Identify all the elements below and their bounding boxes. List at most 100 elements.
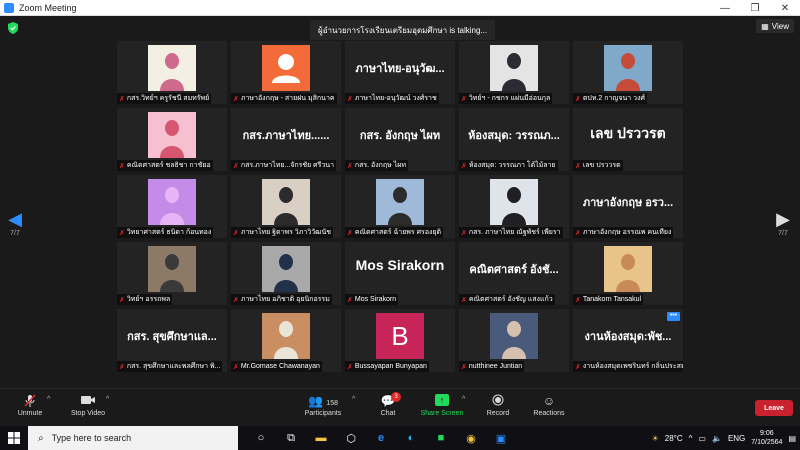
participant-name-label: ✗ nutthinee Juntian (459, 361, 525, 372)
microphone-muted-icon: ✗ (347, 296, 353, 304)
task-view-icon[interactable]: ⧉ (276, 426, 306, 450)
participant-tile[interactable]: งานห้องสมุด:พัช... ••• ✗ งานห้องสมุดเพชรินท… (573, 309, 683, 372)
cortana-icon[interactable]: ○ (246, 426, 276, 450)
participant-name: กสร.วิทย์ฯ ครูรัชนี สมทรัพย์ (126, 95, 210, 102)
edge-icon[interactable]: ◐ (396, 426, 426, 450)
start-button[interactable] (0, 426, 28, 450)
participant-photo (148, 112, 196, 158)
participant-display-name: กสร. อังกฤษ ไผท (359, 130, 441, 142)
participant-name: คณิตศาสตร์ อังชัญ แสงแก้ว (468, 296, 553, 303)
chat-label: Chat (380, 410, 396, 417)
network-icon[interactable]: ▭ (698, 434, 706, 443)
microphone-muted-icon (14, 394, 46, 410)
participant-photo (148, 45, 196, 91)
taskbar-search[interactable]: ⌕ Type here to search (28, 426, 238, 450)
app-hex-icon[interactable]: ⬡ (336, 426, 366, 450)
participant-tile[interactable]: ✗ ตปห.2 กาญจนา วงศ์ (573, 41, 683, 104)
participant-tile[interactable]: กสร.ภาษาไทย...... ✗ กสร.ภาษาไทย...จักรชัย … (231, 108, 341, 171)
participant-tile[interactable]: ✗ ภาษาไทย ฐิตาพร วิภาวิวัฒนัช (231, 175, 341, 238)
participant-tile[interactable]: ✗ คณิตศาสตร์ ฉ้ายพร ศรองยุติ (345, 175, 455, 238)
maximize-button[interactable]: ❐ (740, 0, 770, 16)
participant-name-label: ✗ คณิตศาสตร์ อังชัญ แสงแก้ว (459, 294, 555, 305)
window-title: Zoom Meeting (19, 2, 77, 13)
previous-page-button[interactable]: ◀ 7/7 (7, 210, 23, 237)
view-label: View (771, 21, 789, 31)
stop-video-button[interactable]: Stop Video (66, 394, 110, 417)
chat-button[interactable]: 💬 3 Chat (373, 392, 403, 417)
microphone-muted-icon: ✗ (461, 296, 467, 304)
participant-tile[interactable]: Mos Sirakorn ✗ Mos Sirakorn (345, 242, 455, 305)
participant-tile[interactable]: ✗ Mr.Gomase Chawanayan (231, 309, 341, 372)
participant-name: วิทย์ฯ - กชกร แผ่นมีอ่อนกุล (468, 95, 551, 102)
shield-icon[interactable] (8, 22, 18, 34)
tray-chevron-icon[interactable]: ^ (689, 434, 693, 443)
weather-temp[interactable]: 28°C (665, 434, 683, 443)
weather-icon[interactable]: ☀ (652, 434, 659, 443)
participant-name-label: ✗ คณิตศาสตร์ ชลธิชา กาชัยอ (117, 160, 213, 171)
microphone-muted-icon: ✗ (575, 162, 581, 170)
volume-icon[interactable]: 🔈 (712, 434, 722, 443)
video-camera-icon (66, 394, 110, 410)
line-app-icon[interactable]: ■ (426, 426, 456, 450)
language-indicator[interactable]: ENG (728, 434, 745, 443)
chat-badge: 3 (391, 392, 401, 402)
participant-display-name: ห้องสมุด: วรรณภ... (468, 130, 560, 142)
chrome-icon[interactable]: ◉ (456, 426, 486, 450)
microphone-muted-icon: ✗ (347, 162, 353, 170)
participant-tile[interactable]: ✗ วิทยาศาสตร์ ธนิดา ก้อนทอง (117, 175, 227, 238)
participant-tile[interactable]: ✗ Tanakorn Tansakul (573, 242, 683, 305)
participant-display-name: เลข ปรววรต (590, 125, 666, 141)
record-button[interactable]: Record (482, 394, 514, 417)
participant-tile[interactable]: เลข ปรววรต ✗ เลข ปรววรต (573, 108, 683, 171)
participant-tile[interactable]: ✗ nutthinee Juntian (459, 309, 569, 372)
participant-display-name: กสร.ภาษาไทย...... (242, 130, 330, 142)
grid-icon: ▦ (761, 21, 769, 31)
participant-tile[interactable]: กสร. สุขศึกษาแล... ✗ กสร. สุขศึกษาและพลศึก… (117, 309, 227, 372)
microphone-muted-icon: ✗ (461, 95, 467, 103)
participant-tile[interactable]: ห้องสมุด: วรรณภ... ✗ ห้องสมุด: วรรณภา โต้ไ… (459, 108, 569, 171)
participant-name-label: ✗ งานห้องสมุดเพชรินทร์ กลิ่นประสม (573, 361, 683, 372)
participant-name-label: ✗ Mr.Gomase Chawanayan (231, 361, 322, 372)
window-titlebar: Zoom Meeting — ❐ ✕ (0, 0, 800, 16)
close-button[interactable]: ✕ (770, 0, 800, 16)
page-indicator-left: 7/7 (10, 230, 20, 237)
view-button[interactable]: ▦ View (756, 19, 794, 33)
reactions-button[interactable]: ☺ Reactions (530, 394, 568, 417)
participant-display-name: งานห้องสมุด:พัช... (584, 331, 672, 343)
participant-tile[interactable]: ✗ กสร.วิทย์ฯ ครูรัชนี สมทรัพย์ (117, 41, 227, 104)
participant-tile[interactable]: ภาษาอังกฤษ อรว... ✗ ภาษาอังกฤษ อรรณพ คนเที… (573, 175, 683, 238)
microphone-muted-icon: ✗ (233, 229, 239, 237)
participants-button[interactable]: 👥 158 Participants (298, 394, 348, 417)
participant-display-name: กสร. สุขศึกษาแล... (127, 331, 217, 343)
microphone-muted-icon: ✗ (233, 162, 239, 170)
participant-name-label: ✗ เลข ปรววรต (573, 160, 623, 171)
unmute-button[interactable]: Unmute (14, 394, 46, 417)
microphone-muted-icon: ✗ (233, 296, 239, 304)
participant-tile[interactable]: ภาษาไทย-อนุวัฒ... ✗ ภาษาไทย-อนุวัฒน์ วงศ์ร… (345, 41, 455, 104)
participant-tile[interactable]: ✗ กสร. ภาษาไทย ณัฐพัชร์ เพียรา (459, 175, 569, 238)
share-screen-button[interactable]: ↑ Share Screen (418, 394, 466, 417)
participant-tile[interactable]: ✗ ภาษาอังกฤษ - สายฝน มุสิกนาค (231, 41, 341, 104)
participant-tile[interactable]: กสร. อังกฤษ ไผท ✗ กสร. อังกฤษ ไผท (345, 108, 455, 171)
participant-display-name: คณิตศาสตร์ อังชั... (469, 264, 559, 276)
notifications-icon[interactable]: ▤ (788, 434, 796, 443)
minimize-button[interactable]: — (710, 0, 740, 16)
participant-tile[interactable]: ✗ วิทย์ฯ - กชกร แผ่นมีอ่อนกุล (459, 41, 569, 104)
caret-left-icon: ◀ (8, 209, 22, 229)
zoom-app-icon[interactable]: ▣ (486, 426, 516, 450)
internet-explorer-icon[interactable]: e (366, 426, 396, 450)
participant-photo (262, 179, 310, 225)
next-page-button[interactable]: ▶ 7/7 (775, 210, 791, 237)
microphone-muted-icon: ✗ (233, 363, 239, 371)
participant-tile[interactable]: คณิตศาสตร์ อังชั... ✗ คณิตศาสตร์ อังชัญ แส… (459, 242, 569, 305)
leave-button[interactable]: Leave (755, 400, 793, 416)
participant-name-label: ✗ ภาษาไทย ฐิตาพร วิภาวิวัฒนัช (231, 227, 333, 238)
participant-tile[interactable]: ✗ ภาษาไทย อภิชาติ อุยนิกอรรม (231, 242, 341, 305)
participant-tile[interactable]: B ✗ Bussayapan Bunyapan (345, 309, 455, 372)
clock[interactable]: 9:06 7/10/2564 (751, 429, 782, 447)
participant-tile[interactable]: ✗ คณิตศาสตร์ ชลธิชา กาชัยอ (117, 108, 227, 171)
windows-logo-icon (8, 432, 20, 444)
file-explorer-icon[interactable]: ▬ (306, 426, 336, 450)
more-options-button[interactable]: ••• (667, 312, 680, 321)
participant-tile[interactable]: ✗ วิทย์ฯ อรรถพล (117, 242, 227, 305)
